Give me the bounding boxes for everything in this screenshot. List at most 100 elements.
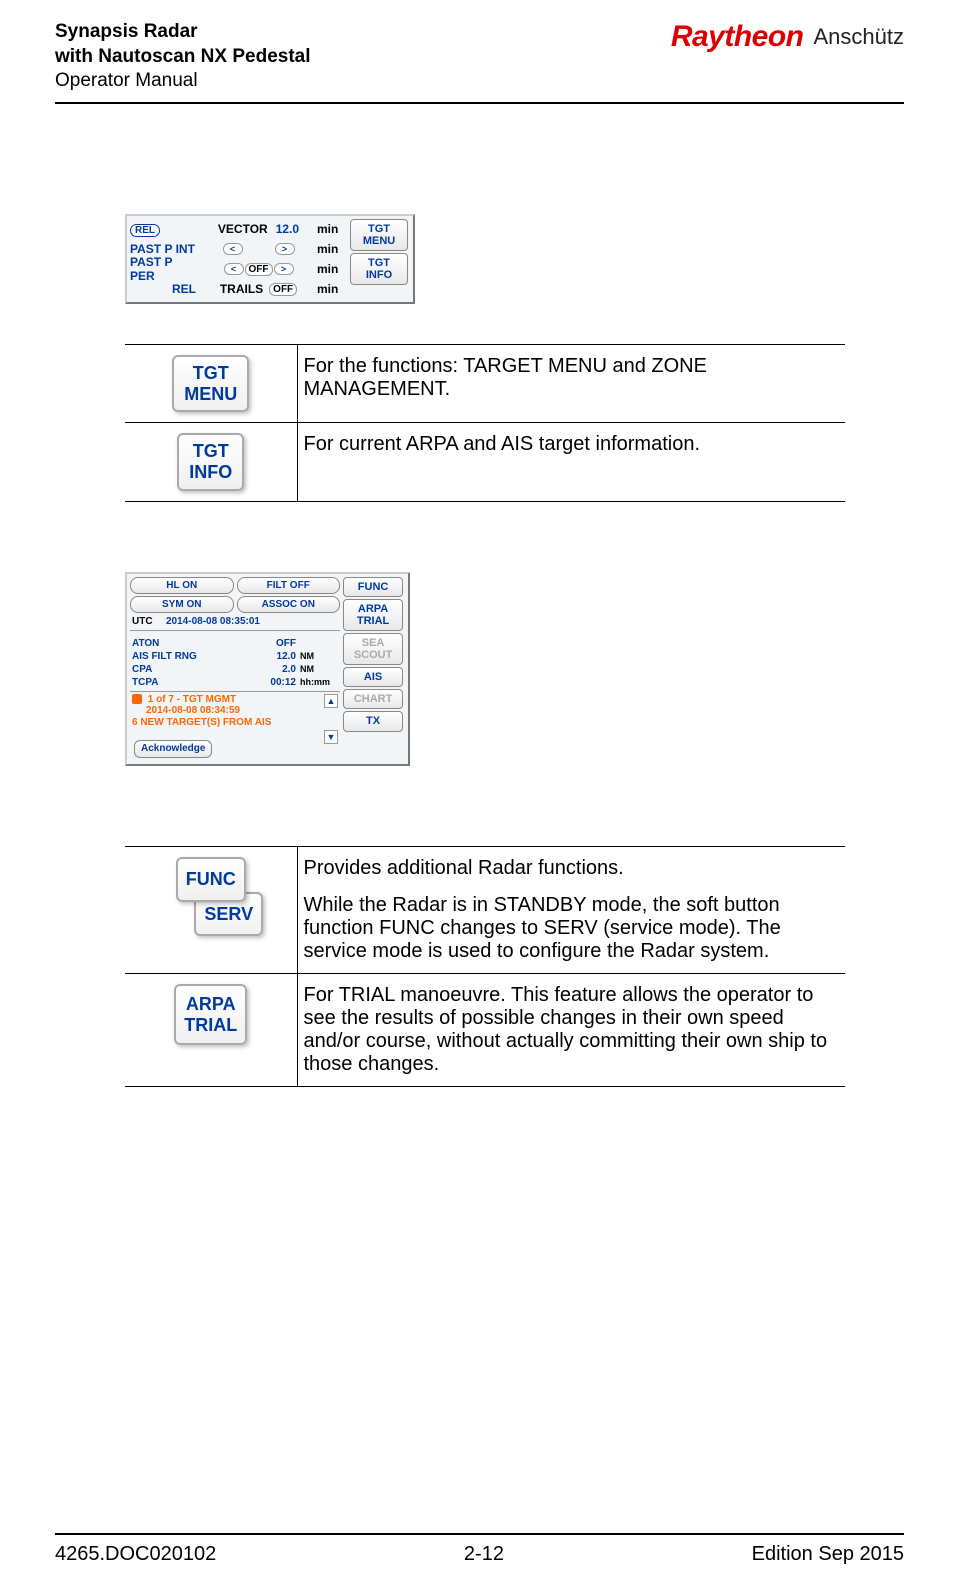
func-icon[interactable]: FUNC xyxy=(176,857,246,902)
unit-min: min xyxy=(317,242,345,256)
off-value: OFF xyxy=(245,263,273,276)
alarm-line-3: 6 NEW TARGET(S) FROM AIS xyxy=(132,717,271,728)
cpa-line: CPA 2.0 NM xyxy=(130,663,340,676)
k: ATON xyxy=(132,638,210,649)
table-row: TGT MENU For the functions: TARGET MENU … xyxy=(125,345,845,423)
page-header: Synapsis Radar with Nautoscan NX Pedesta… xyxy=(55,20,904,94)
dec-button[interactable]: < xyxy=(224,263,244,275)
tcpa-line: TCPA 00:12 hh:mm xyxy=(130,676,340,689)
sym-on-button[interactable]: SYM ON xyxy=(130,596,234,613)
rel-toggle[interactable]: REL xyxy=(130,224,160,237)
description-table-2: FUNC SERV Provides additional Radar func… xyxy=(125,846,845,1087)
status-panel-side: FUNC ARPATRIAL SEASCOUT AIS CHART TX xyxy=(343,577,403,734)
assoc-on-button[interactable]: ASSOC ON xyxy=(237,596,341,613)
k: AIS FILT RNG xyxy=(132,651,210,662)
alarm-scroll: ▲ ▼ xyxy=(324,694,338,735)
trails-label: TRAILS xyxy=(220,282,263,296)
footer-rule xyxy=(55,1533,904,1535)
u: NM xyxy=(300,651,338,661)
trails-off: OFF xyxy=(269,283,297,296)
btn-l1: TGT xyxy=(193,441,229,461)
btn-l1: TGT xyxy=(193,363,229,383)
btn-l2: INFO xyxy=(189,462,232,482)
arpa-trial-icon[interactable]: ARPA TRIAL xyxy=(174,984,247,1045)
past-p-per-label: PAST P PER xyxy=(130,255,200,283)
aton-line: ATON OFF xyxy=(130,637,340,650)
desc-p1: Provides additional Radar functions. xyxy=(304,857,840,880)
desc-p2: While the Radar is in STANDBY mode, the … xyxy=(304,894,840,963)
utc-label: UTC xyxy=(132,616,162,627)
tgt-info-icon[interactable]: TGT INFO xyxy=(177,433,244,490)
footer-page-number: 2-12 xyxy=(464,1543,504,1566)
dec-button[interactable]: < xyxy=(223,243,243,255)
u: NM xyxy=(300,664,338,674)
tgt-menu-l2: MENU xyxy=(363,235,395,247)
inc-button[interactable]: > xyxy=(274,263,294,275)
desc-cell: For the functions: TARGET MENU and ZONE … xyxy=(297,345,845,423)
u: hh:mm xyxy=(300,677,338,687)
rel-trails-label: REL xyxy=(130,282,200,296)
vector-label: VECTOR xyxy=(218,222,268,236)
tx-button[interactable]: TX xyxy=(343,711,403,731)
status-panel-left: HL ON FILT OFF SYM ON ASSOC ON UTC 2014-… xyxy=(130,577,340,761)
unit-min: min xyxy=(317,262,345,276)
brand-logo: Raytheon Anschütz xyxy=(671,20,904,54)
alarm-line-1: 1 of 7 - TGT MGMT xyxy=(148,694,236,705)
acknowledge-button[interactable]: Acknowledge xyxy=(134,740,212,758)
ais-filt-rng-line: AIS FILT RNG 12.0 NM xyxy=(130,650,340,663)
unit-min: min xyxy=(317,222,345,236)
v: 12.0 xyxy=(210,651,300,662)
vector-value: 12.0 xyxy=(276,222,299,236)
vector-panel: REL VECTOR 12.0 min PAST P INT < > min P… xyxy=(125,214,415,304)
scroll-down-button[interactable]: ▼ xyxy=(324,730,338,744)
footer-edition: Edition Sep 2015 xyxy=(752,1543,904,1566)
utc-value: 2014-08-08 08:35:01 xyxy=(166,616,260,627)
k: CPA xyxy=(132,664,210,675)
filt-off-button[interactable]: FILT OFF xyxy=(237,577,341,594)
status-panel: HL ON FILT OFF SYM ON ASSOC ON UTC 2014-… xyxy=(125,572,410,766)
l2: TRIAL xyxy=(184,1015,237,1035)
hl-on-button[interactable]: HL ON xyxy=(130,577,234,594)
v: 00:12 xyxy=(210,677,300,688)
l: ARPATRIAL xyxy=(357,603,389,627)
tgt-menu-l1: TGT xyxy=(368,223,390,235)
desc-cell: For TRIAL manoeuvre. This feature allows… xyxy=(297,973,845,1086)
utc-line: UTC 2014-08-08 08:35:01 xyxy=(130,615,340,631)
vector-panel-rows: REL VECTOR 12.0 min PAST P INT < > min P… xyxy=(130,219,345,299)
table-row: FUNC SERV Provides additional Radar func… xyxy=(125,846,845,973)
past-p-int-label: PAST P INT xyxy=(130,242,200,256)
brand-raytheon: Raytheon xyxy=(671,20,804,54)
desc-cell: For current ARPA and AIS target informat… xyxy=(297,423,845,501)
vector-panel-side: TGT MENU TGT INFO xyxy=(350,219,408,287)
alarm-icon xyxy=(132,694,142,704)
tgt-menu-icon[interactable]: TGT MENU xyxy=(172,355,249,412)
tgt-info-l2: INFO xyxy=(366,269,392,281)
vector-row-3: PAST P PER < OFF > min xyxy=(130,259,345,279)
tgt-info-l1: TGT xyxy=(368,257,390,269)
table-row: ARPA TRIAL For TRIAL manoeuvre. This fea… xyxy=(125,973,845,1086)
k: TCPA xyxy=(132,677,210,688)
desc-cell: Provides additional Radar functions. Whi… xyxy=(297,846,845,973)
tgt-menu-button[interactable]: TGT MENU xyxy=(350,219,408,251)
btn-l2: MENU xyxy=(184,384,237,404)
scroll-up-button[interactable]: ▲ xyxy=(324,694,338,708)
vector-row-1: REL VECTOR 12.0 min xyxy=(130,219,345,239)
tgt-info-button[interactable]: TGT INFO xyxy=(350,253,408,285)
l: SEASCOUT xyxy=(354,637,393,661)
chart-button[interactable]: CHART xyxy=(343,689,403,709)
v: OFF xyxy=(210,638,300,649)
ais-button[interactable]: AIS xyxy=(343,667,403,687)
arpa-trial-button[interactable]: ARPATRIAL xyxy=(343,599,403,631)
inc-button[interactable]: > xyxy=(275,243,295,255)
header-rule xyxy=(55,102,904,104)
header-titles: Synapsis Radar with Nautoscan NX Pedesta… xyxy=(55,20,311,94)
subtitle: Operator Manual xyxy=(55,69,311,94)
sea-scout-button[interactable]: SEASCOUT xyxy=(343,633,403,665)
vector-row-4: REL TRAILS OFF min xyxy=(130,279,345,299)
alarm-line-2: 2014-08-08 08:34:59 xyxy=(146,705,240,716)
title-line-1: Synapsis Radar xyxy=(55,20,311,45)
l1: ARPA xyxy=(186,994,236,1014)
page-footer: 4265.DOC020102 2-12 Edition Sep 2015 xyxy=(55,1533,904,1566)
unit-min: min xyxy=(317,282,345,296)
func-button[interactable]: FUNC xyxy=(343,577,403,597)
